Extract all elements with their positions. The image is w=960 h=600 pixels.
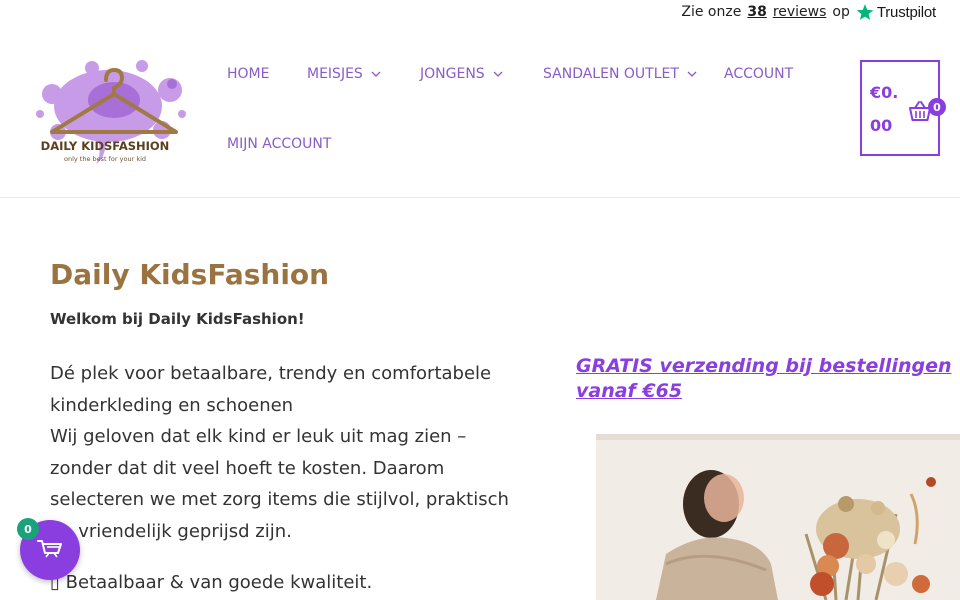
feature-bullet: ▯ Betaalbaar & van goede kwaliteit.	[50, 572, 372, 593]
nav-home[interactable]: HOME	[227, 66, 269, 82]
nav-home-label: HOME	[227, 66, 270, 82]
floating-cart-count-badge: 0	[17, 518, 39, 540]
intro-text: Dé plek voor betaalbare, trendy en comfo…	[50, 358, 520, 547]
nav-mijn-account[interactable]: MIJN ACCOUNT	[227, 136, 331, 152]
review-count[interactable]: 38	[747, 4, 766, 20]
trustpilot-star-icon	[856, 4, 874, 20]
nav-jongens[interactable]: JONGENS	[420, 66, 503, 82]
trustpilot-logo[interactable]: Trustpilot	[856, 3, 936, 21]
nav-sandalen-outlet[interactable]: SANDALEN OUTLET	[543, 66, 697, 82]
trustpilot-brand: Trustpilot	[876, 3, 936, 21]
nav-account-label: ACCOUNT	[724, 66, 794, 82]
cart-count-badge: 0	[928, 98, 946, 116]
hero-image	[596, 434, 960, 600]
header-cart-button[interactable]: €0.00 0	[860, 60, 946, 156]
nav-meisjes-label: MEISJES	[307, 66, 363, 82]
nav-account[interactable]: ACCOUNT	[724, 66, 793, 82]
chevron-down-icon	[687, 71, 697, 77]
chevron-down-icon	[371, 71, 381, 77]
nav-meisjes[interactable]: MEISJES	[307, 66, 381, 82]
logo-tagline: only the best for your kid	[64, 155, 146, 163]
trustpilot-bar[interactable]: Zie onze 38 reviews op Trustpilot	[681, 0, 936, 24]
nav-mijn-account-label: MIJN ACCOUNT	[227, 136, 332, 152]
free-shipping-link[interactable]: GRATIS verzending bij bestellingen vanaf…	[576, 354, 960, 404]
trustpilot-prefix: Zie onze	[681, 4, 742, 20]
welcome-text: Welkom bij Daily KidsFashion!	[50, 310, 305, 328]
reviews-link[interactable]: reviews	[773, 4, 827, 20]
trustpilot-suffix: op	[832, 4, 850, 20]
cart-total: €0.00	[870, 83, 899, 135]
site-logo[interactable]: DAILY KIDSFASHION only the best for your…	[22, 54, 188, 174]
shopping-cart-icon	[37, 540, 62, 558]
nav-jongens-label: JONGENS	[420, 66, 485, 82]
page-title: Daily KidsFashion	[50, 258, 330, 291]
nav-sandalen-outlet-label: SANDALEN OUTLET	[543, 66, 679, 82]
site-header: DAILY KIDSFASHION only the best for your…	[0, 24, 960, 198]
chevron-down-icon	[493, 71, 503, 77]
feature-bullet-text: Betaalbaar & van goede kwaliteit.	[65, 572, 373, 593]
logo-wordmark: DAILY KIDSFASHION	[41, 139, 170, 153]
intro-body: Dé plek voor betaalbare, trendy en comfo…	[50, 363, 509, 542]
